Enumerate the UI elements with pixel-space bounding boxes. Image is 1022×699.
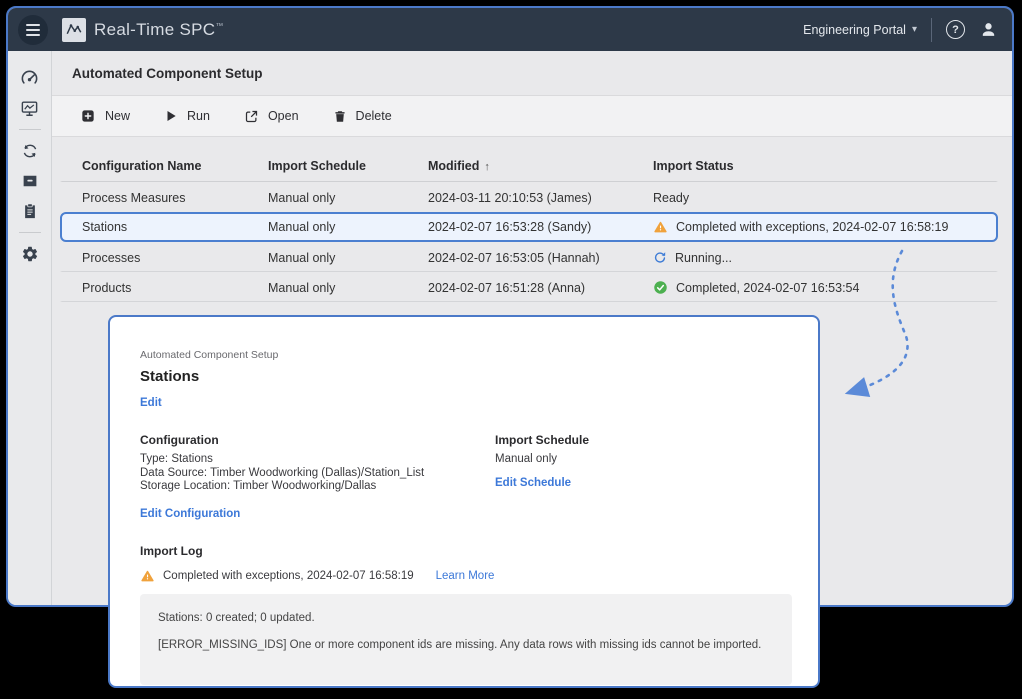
import-schedule-value: Manual only (495, 453, 589, 467)
sidebar-item-settings[interactable] (13, 239, 47, 269)
page-header: Automated Component Setup (52, 51, 1012, 96)
page-title: Automated Component Setup (72, 66, 263, 81)
new-button[interactable]: New (80, 108, 130, 124)
learn-more-link[interactable]: Learn More (436, 570, 495, 582)
user-account-icon[interactable] (979, 20, 998, 39)
configuration-storage-location: Storage Location: Timber Woodworking/Dal… (140, 480, 495, 494)
sidebar-item-sync[interactable] (13, 136, 47, 166)
column-header-modified[interactable]: Modified↑ (428, 159, 653, 173)
table-header-row: Configuration Name Import Schedule Modif… (60, 149, 998, 182)
topbar-divider (931, 18, 932, 42)
sync-icon (21, 142, 39, 160)
plus-square-icon (80, 108, 96, 124)
configuration-data-source: Data Source: Timber Woodworking (Dallas)… (140, 467, 495, 481)
clipboard-icon (21, 202, 39, 220)
status-text: Completed, 2024-02-07 16:53:54 (676, 281, 859, 295)
gauge-icon (20, 69, 39, 88)
import-log-status-text: Completed with exceptions, 2024-02-07 16… (163, 570, 414, 582)
edit-schedule-link[interactable]: Edit Schedule (495, 477, 571, 489)
trademark: ™ (215, 21, 223, 30)
table-row-process-measures[interactable]: Process Measures Manual only 2024-03-11 … (60, 182, 998, 212)
top-bar: Real-Time SPC™ Engineering Portal ▾ ? (8, 8, 1012, 51)
sidebar-item-archive[interactable] (13, 166, 47, 196)
import-log-status: Completed with exceptions, 2024-02-07 16… (140, 569, 788, 583)
play-icon (164, 109, 178, 123)
left-sidebar (8, 51, 52, 605)
completed-icon (653, 280, 668, 295)
app-logo-icon (62, 18, 86, 42)
configuration-heading: Configuration (140, 433, 495, 447)
import-log-heading: Import Log (140, 544, 788, 558)
edit-link[interactable]: Edit (140, 397, 162, 409)
gear-icon (21, 245, 39, 263)
sidebar-item-checklist[interactable] (13, 196, 47, 226)
running-icon (653, 251, 667, 265)
status-text: Completed with exceptions, 2024-02-07 16… (676, 220, 948, 234)
trash-icon (333, 109, 347, 124)
log-line: Stations: 0 created; 0 updated. (158, 611, 774, 625)
open-external-icon (244, 109, 259, 124)
status-text: Running... (675, 251, 732, 265)
sidebar-divider (19, 129, 41, 130)
import-schedule-section: Import Schedule Manual only Edit Schedul… (495, 433, 589, 522)
table-row-processes[interactable]: Processes Manual only 2024-02-07 16:53:0… (60, 242, 998, 272)
table-row-stations[interactable]: Stations Manual only 2024-02-07 16:53:28… (60, 212, 998, 242)
warning-icon (140, 569, 155, 583)
app-name: Real-Time SPC™ (94, 20, 224, 40)
monitor-chart-icon (20, 99, 39, 118)
panel-title: Stations (140, 368, 788, 385)
delete-button[interactable]: Delete (333, 109, 392, 124)
open-button[interactable]: Open (244, 109, 299, 124)
help-icon[interactable]: ? (946, 20, 965, 39)
column-header-configuration-name[interactable]: Configuration Name (82, 159, 268, 173)
import-log-output: Stations: 0 created; 0 updated. [ERROR_M… (140, 594, 792, 685)
portal-dropdown-label: Engineering Portal (803, 23, 906, 37)
sidebar-item-dashboard[interactable] (13, 63, 47, 93)
configurations-table: Configuration Name Import Schedule Modif… (52, 137, 1012, 302)
panel-breadcrumb: Automated Component Setup (140, 349, 788, 361)
warning-icon (653, 220, 668, 234)
column-header-import-status[interactable]: Import Status (653, 159, 996, 173)
screenshot-stage: Real-Time SPC™ Engineering Portal ▾ ? (0, 0, 1022, 699)
column-header-import-schedule[interactable]: Import Schedule (268, 159, 428, 173)
sidebar-item-charts[interactable] (13, 93, 47, 123)
configuration-section: Configuration Type: Stations Data Source… (140, 433, 495, 522)
hamburger-menu-icon[interactable] (18, 15, 48, 45)
archive-box-icon (21, 172, 39, 190)
status-text: Ready (653, 191, 689, 205)
table-row-products[interactable]: Products Manual only 2024-02-07 16:51:28… (60, 272, 998, 302)
sort-ascending-icon: ↑ (484, 161, 490, 173)
chevron-down-icon: ▾ (912, 24, 917, 35)
portal-dropdown[interactable]: Engineering Portal ▾ (803, 23, 917, 37)
toolbar: New Run Open (52, 96, 1012, 137)
stations-detail-panel: Automated Component Setup Stations Edit … (108, 315, 820, 688)
edit-configuration-link[interactable]: Edit Configuration (140, 508, 240, 520)
run-button[interactable]: Run (164, 109, 210, 123)
configuration-type: Type: Stations (140, 453, 495, 467)
log-line: [ERROR_MISSING_IDS] One or more componen… (158, 638, 774, 652)
import-schedule-heading: Import Schedule (495, 433, 589, 447)
sidebar-divider (19, 232, 41, 233)
